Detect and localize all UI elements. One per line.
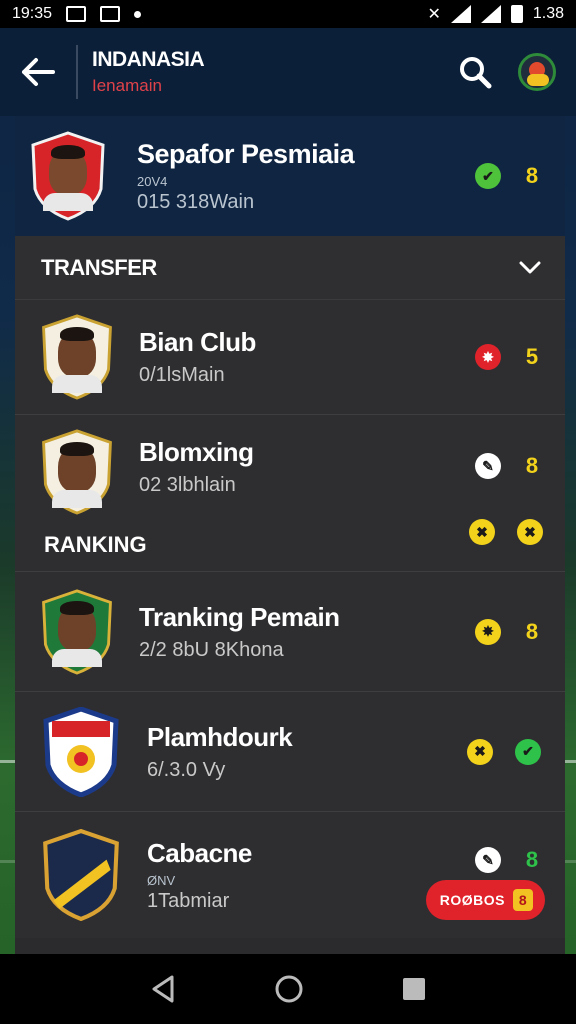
chevron-down-icon[interactable]: [519, 261, 541, 275]
coin-icon: 8: [513, 889, 533, 911]
item-score: 5: [525, 344, 539, 369]
android-nav-bar: [0, 954, 576, 1024]
buy-button-label: ROØBOS: [439, 892, 505, 908]
player-portrait: [52, 441, 102, 508]
profile-avatar-button[interactable]: [518, 53, 556, 91]
status-icon: ✸: [475, 344, 501, 370]
item-meta: 02 3lbhlain: [139, 474, 236, 496]
club-crest: [41, 828, 121, 922]
player-name: Sepafor Pesmiaia: [137, 138, 355, 169]
featured-player-card[interactable]: Sepafor Pesmiaia 20V4 015 318Wain ✔ 8: [15, 116, 565, 236]
status-check-icon: ✔: [515, 738, 541, 765]
player-portrait: [52, 326, 102, 393]
list-item[interactable]: Tranking Pemain 2/2 8bU 8Khona ✸ 8: [15, 572, 565, 692]
transfer-panel: TRANSFER Bian Club 0/1lsMain ✸ 5 Blomxin…: [15, 236, 565, 954]
item-score: 8: [525, 847, 539, 872]
player-note: 20V4: [137, 173, 168, 189]
battery-icon: [510, 5, 523, 23]
club-crest: [41, 314, 113, 400]
item-meta: 6/.3.0 Vy: [147, 758, 226, 781]
buy-button[interactable]: ROØBOS 8: [425, 880, 545, 920]
player-crest: [31, 131, 105, 221]
item-meta: 1Tabmiar: [147, 889, 230, 912]
page-title: INDANASIA: [92, 48, 205, 71]
back-arrow-icon: [22, 58, 55, 86]
item-note: ØNV: [147, 872, 176, 888]
dot-icon: [134, 10, 142, 18]
item-meta: 0/1lsMain: [139, 364, 225, 386]
item-name: Cabacne: [147, 837, 252, 868]
nav-back-icon[interactable]: [148, 974, 178, 1004]
club-crest: [41, 429, 113, 515]
list-item[interactable]: Plamhdourk 6/.3.0 Vy ✖ ✔: [15, 692, 565, 812]
status-bar: 19:35 ✕ 1.38: [0, 0, 576, 28]
player-portrait: [43, 145, 93, 212]
player-score: 8: [525, 163, 539, 188]
item-name: Blomxing: [139, 437, 254, 467]
app-header: INDANASIA Ienamain: [0, 28, 576, 116]
wifi-off-icon: ✕: [427, 6, 441, 23]
shield-icon: [43, 828, 119, 922]
notification-icon: [66, 6, 87, 22]
player-meta: 015 318Wain: [137, 190, 255, 213]
club-crest: [41, 588, 113, 675]
item-name: Plamhdourk: [147, 721, 293, 752]
status-check-icon: ✔: [475, 163, 501, 189]
wifi-icon: [450, 5, 471, 23]
club-crest: [41, 705, 121, 798]
status-time: 19:35: [12, 5, 53, 22]
shield-icon: [43, 705, 119, 798]
item-name: Tranking Pemain: [139, 601, 340, 632]
item-score: 8: [525, 618, 539, 644]
section-title-transfer: TRANSFER: [41, 254, 157, 280]
player-portrait: [52, 601, 102, 668]
battery-text: 1.38: [532, 5, 564, 22]
rank-badge-icon: ✖: [469, 519, 495, 545]
search-icon[interactable]: [458, 55, 492, 89]
item-score: 8: [525, 453, 539, 478]
back-button[interactable]: [0, 28, 76, 116]
page-subtitle: Ienamain: [92, 76, 162, 95]
gallery-icon: [100, 6, 121, 22]
rank-badge-icon: ✖: [517, 519, 543, 545]
list-item[interactable]: Bian Club 0/1lsMain ✸ 5: [15, 300, 565, 415]
status-icon: ✸: [475, 618, 501, 645]
status-icon: ✎: [475, 847, 501, 873]
item-name: Bian Club: [139, 327, 256, 357]
signal-icon: [480, 5, 501, 23]
nav-home-icon[interactable]: [274, 974, 304, 1004]
status-icon: ✖: [467, 738, 493, 765]
list-item[interactable]: Cabacne ØNV 1Tabmiar ✎ 8 ROØBOS 8: [15, 812, 565, 938]
nav-recents-icon[interactable]: [400, 975, 428, 1003]
item-meta: 2/2 8bU 8Khona: [139, 638, 284, 661]
header-divider: [76, 45, 78, 99]
status-icon: ✎: [475, 453, 501, 479]
transfer-section-header[interactable]: TRANSFER: [15, 236, 565, 300]
section-title-ranking: RANKING: [44, 532, 147, 557]
